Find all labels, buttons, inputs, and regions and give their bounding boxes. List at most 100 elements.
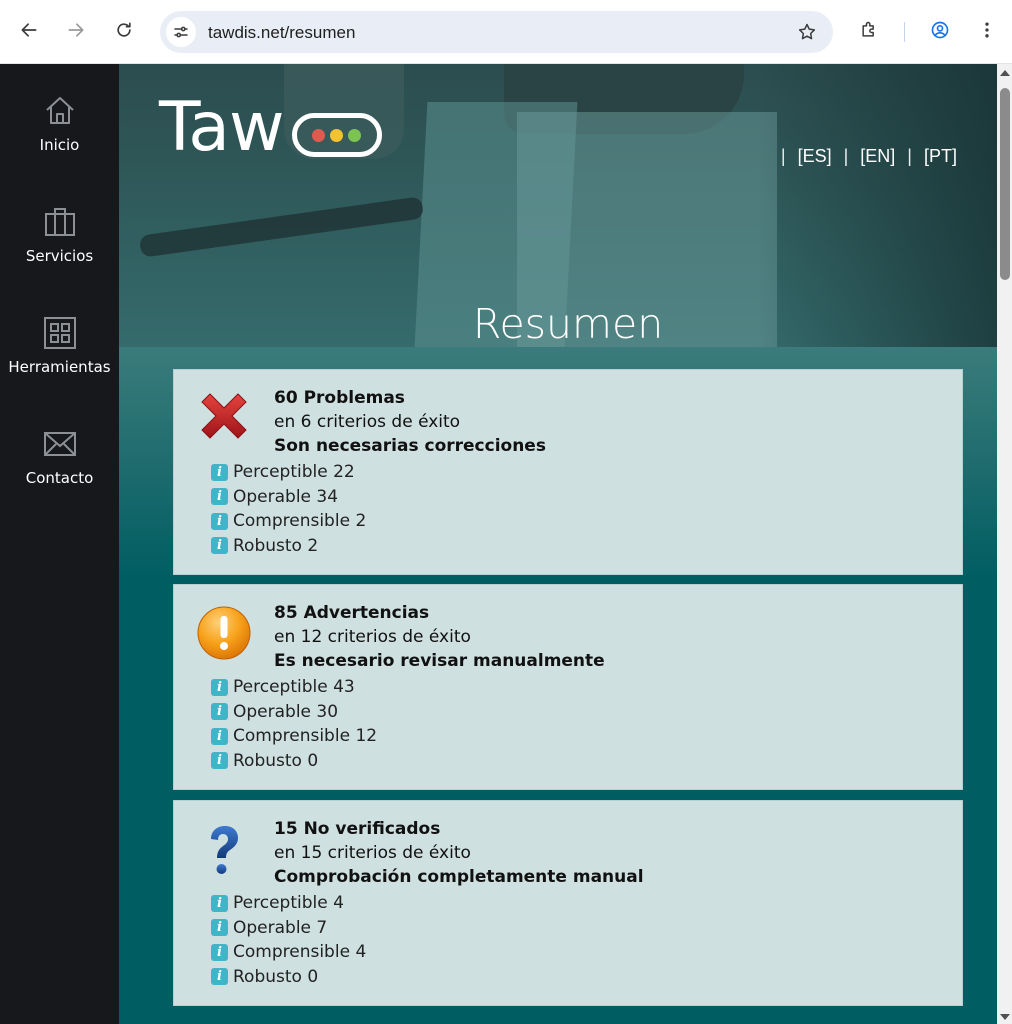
yellow-light — [330, 128, 344, 142]
info-icon: i — [211, 463, 228, 481]
list-item[interactable]: i Robusto 0 — [211, 749, 377, 774]
profile-button[interactable] — [925, 15, 955, 45]
item-count: 4 — [355, 942, 367, 963]
forward-arrow-icon — [68, 23, 84, 37]
more-menu-button[interactable] — [972, 15, 1002, 45]
green-light — [348, 128, 362, 142]
info-icon: i — [211, 703, 228, 721]
address-bar[interactable]: tawdis.net/resumen — [160, 11, 833, 53]
language-selector: | [ES] | [EN] | [PT] — [769, 146, 957, 167]
page-title: Resumen — [472, 300, 664, 347]
not-verified-card: 15 No verificados en 15 criterios de éxi… — [173, 800, 963, 1006]
card-title: 85 Advertencias — [274, 603, 430, 623]
list-item[interactable]: i Operable 7 — [211, 916, 366, 941]
extensions-button[interactable] — [854, 15, 884, 45]
traffic-light-icon — [291, 113, 382, 157]
item-label: Robusto — [233, 966, 302, 987]
info-icon: i — [211, 488, 228, 506]
item-label: Comprensible — [233, 942, 351, 963]
lang-separator: | — [843, 146, 849, 166]
criteria-list: i Perceptible 43 i Operable 30 i Comprensib… — [211, 675, 377, 773]
error-x-icon — [201, 393, 247, 439]
sidebar-item-inicio[interactable]: Inicio — [0, 94, 119, 154]
back-button[interactable] — [14, 15, 44, 45]
hero-banner: Taw | [ES] | [EN] | [PT] Resumen — [119, 64, 997, 347]
item-count: 2 — [355, 511, 367, 532]
item-label: Robusto — [233, 535, 302, 556]
hero-photo-pen — [138, 196, 425, 258]
criteria-list: i Perceptible 4 i Operable 7 i Comprensible… — [211, 891, 366, 989]
card-title: 15 No verificados — [274, 819, 441, 839]
list-item[interactable]: i Comprensible 2 — [211, 509, 366, 534]
list-item[interactable]: i Robusto 2 — [211, 534, 366, 559]
info-icon: i — [211, 752, 228, 770]
sidebar: Inicio Servicios Herramientas Contacto — [0, 64, 119, 1024]
item-count: 12 — [355, 726, 378, 747]
problems-card: 60 Problemas en 6 criterios de éxito Son… — [173, 369, 963, 575]
sidebar-item-label: Servicios — [25, 247, 94, 265]
sidebar-item-servicios[interactable]: Servicios — [0, 205, 119, 265]
criteria-list: i Perceptible 22 i Operable 34 i Comprensib… — [211, 460, 366, 558]
lang-pt-link[interactable]: [PT] — [924, 146, 957, 167]
info-icon: i — [211, 943, 228, 961]
scrollbar-thumb[interactable] — [1000, 88, 1010, 280]
home-icon — [45, 97, 74, 124]
item-count: 7 — [316, 917, 328, 938]
item-count: 0 — [307, 966, 319, 987]
sidebar-item-label: Herramientas — [8, 358, 111, 376]
forward-button[interactable] — [61, 15, 91, 45]
url-text[interactable]: tawdis.net/resumen — [208, 23, 355, 43]
card-note: Son necesarias correcciones — [274, 436, 546, 456]
sidebar-item-contacto[interactable]: Contacto — [0, 427, 119, 487]
info-icon: i — [211, 727, 228, 745]
list-item[interactable]: i Comprensible 12 — [211, 724, 377, 749]
info-icon: i — [211, 968, 228, 986]
info-icon: i — [211, 919, 228, 937]
star-icon[interactable] — [797, 22, 817, 42]
card-note: Comprobación completamente manual — [274, 867, 644, 887]
item-label: Perceptible — [233, 462, 328, 483]
main-content: Taw | [ES] | [EN] | [PT] Resumen 60 Prob… — [119, 64, 997, 1024]
list-item[interactable]: i Comprensible 4 — [211, 940, 366, 965]
red-light — [312, 128, 326, 142]
item-label: Operable — [233, 701, 312, 722]
toolbar-divider — [904, 22, 905, 42]
list-item[interactable]: i Operable 30 — [211, 700, 377, 725]
back-arrow-icon — [21, 23, 37, 37]
item-count: 4 — [333, 893, 344, 914]
page-scrollbar[interactable] — [997, 64, 1012, 1024]
list-item[interactable]: i Perceptible 4 — [211, 891, 366, 916]
briefcase-icon — [44, 208, 75, 236]
item-count: 2 — [307, 535, 319, 556]
question-mark-icon — [211, 826, 238, 874]
item-count: 43 — [333, 677, 355, 698]
sidebar-item-label: Contacto — [25, 469, 94, 487]
info-icon: i — [211, 537, 228, 555]
site-info-button[interactable] — [166, 17, 196, 47]
site-info-icon — [174, 26, 188, 38]
envelope-icon — [43, 432, 76, 456]
lang-es-link[interactable]: [ES] — [798, 146, 832, 167]
list-item[interactable]: i Perceptible 22 — [211, 460, 366, 485]
scroll-up-icon[interactable] — [1000, 70, 1010, 76]
grid-icon — [43, 317, 76, 349]
lang-separator: | — [907, 146, 912, 166]
reload-icon — [117, 22, 131, 37]
sidebar-item-herramientas[interactable]: Herramientas — [0, 316, 119, 376]
card-note: Es necesario revisar manualmente — [274, 651, 605, 671]
lang-separator: | — [780, 146, 786, 166]
info-icon: i — [211, 678, 228, 696]
card-title: 60 Problemas — [274, 388, 405, 408]
item-label: Operable — [233, 486, 312, 507]
list-item[interactable]: i Perceptible 43 — [211, 675, 377, 700]
scroll-down-icon[interactable] — [1000, 1014, 1010, 1020]
browser-toolbar: tawdis.net/resumen — [0, 0, 1012, 64]
reload-button[interactable] — [109, 15, 139, 45]
list-item[interactable]: i Robusto 0 — [211, 965, 366, 990]
item-label: Robusto — [233, 750, 302, 771]
sidebar-item-label: Inicio — [39, 136, 80, 154]
taw-logo[interactable]: Taw — [159, 94, 382, 162]
list-item[interactable]: i Operable 34 — [211, 485, 366, 510]
item-label: Operable — [233, 917, 312, 938]
lang-en-link[interactable]: [EN] — [860, 146, 895, 167]
